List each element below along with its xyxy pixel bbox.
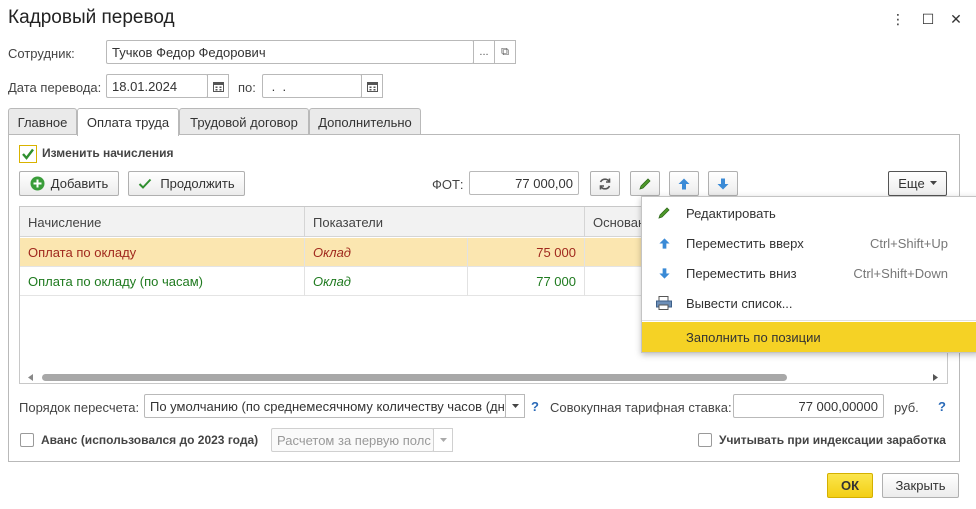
- horizontal-scrollbar[interactable]: [20, 371, 947, 383]
- ok-button[interactable]: ОК: [827, 473, 873, 498]
- recalc-help-icon[interactable]: ?: [531, 399, 539, 414]
- move-down-button[interactable]: [708, 171, 738, 196]
- close-window-icon[interactable]: ✕: [946, 9, 966, 29]
- pencil-icon: [656, 205, 672, 221]
- indexation-label: Учитывать при индексации заработка: [719, 433, 946, 447]
- fot-field[interactable]: 77 000,00: [469, 171, 579, 195]
- tab-salary[interactable]: Оплата труда: [77, 108, 179, 136]
- transfer-date-field[interactable]: 18.01.2024: [106, 74, 208, 98]
- date-to-field[interactable]: . .: [262, 74, 362, 98]
- move-up-button[interactable]: [669, 171, 699, 196]
- tariff-help-icon[interactable]: ?: [938, 399, 946, 414]
- advance-dropdown-icon[interactable]: [433, 428, 453, 452]
- menu-item-label: Переместить вниз: [686, 265, 797, 281]
- tariff-rate-unit: руб.: [894, 400, 919, 415]
- menu-item-label: Заполнить по позиции: [686, 329, 821, 345]
- menu-item-edit[interactable]: Редактировать: [642, 198, 976, 228]
- continue-button-label: Продолжить: [160, 176, 235, 191]
- tariff-rate-label: Совокупная тарифная ставка:: [550, 400, 732, 415]
- check-icon: [139, 178, 152, 189]
- tab-additional[interactable]: Дополнительно: [309, 108, 421, 135]
- calendar-to-icon[interactable]: [361, 74, 383, 98]
- tariff-rate-field[interactable]: 77 000,00000: [733, 394, 884, 418]
- scroll-right-icon[interactable]: [932, 374, 938, 381]
- change-accruals-label: Изменить начисления: [42, 146, 174, 160]
- checkmark-icon: [22, 148, 34, 160]
- employee-open-icon[interactable]: ⧉: [494, 40, 516, 64]
- arrow-up-icon: [678, 178, 690, 189]
- row-indicator: Оклад: [305, 267, 468, 296]
- tab-main[interactable]: Главное: [8, 108, 77, 135]
- employee-value: Тучков Федор Федорович: [112, 44, 266, 60]
- scrollbar-thumb[interactable]: [42, 374, 787, 381]
- transfer-date-label: Дата перевода:: [8, 80, 102, 95]
- transfer-date-value: 18.01.2024: [112, 78, 178, 94]
- menu-item-label: Вывести список...: [686, 295, 793, 311]
- more-menu: Редактировать Переместить вверх Ctrl+Shi…: [641, 196, 976, 353]
- advance-method-select[interactable]: Расчетом за первую полс: [271, 428, 434, 452]
- edit-button[interactable]: [630, 171, 660, 196]
- row-accrual-name: Оплата по окладу: [20, 238, 305, 267]
- refresh-button[interactable]: [590, 171, 620, 196]
- date-to-label: по:: [238, 80, 256, 95]
- advance-label: Аванс (использовался до 2023 года): [41, 433, 259, 447]
- arrow-down-icon: [717, 178, 729, 189]
- scroll-left-icon[interactable]: [28, 374, 34, 381]
- continue-button[interactable]: Продолжить: [128, 171, 245, 196]
- column-header-accrual[interactable]: Начисление: [20, 207, 305, 237]
- row-accrual-name: Оплата по окладу (по часам): [20, 267, 305, 296]
- print-list-icon: [656, 295, 672, 311]
- change-accruals-checkbox[interactable]: [19, 145, 37, 163]
- row-indicator: Оклад: [305, 238, 468, 267]
- menu-item-move-down[interactable]: Переместить вниз Ctrl+Shift+Down: [642, 258, 976, 288]
- window-title: Кадровый перевод: [8, 7, 175, 28]
- recalc-order-label: Порядок пересчета:: [19, 400, 140, 415]
- advance-checkbox[interactable]: [20, 433, 34, 447]
- indexation-checkbox[interactable]: [698, 433, 712, 447]
- more-button[interactable]: Еще: [888, 171, 947, 196]
- menu-item-print-list[interactable]: Вывести список...: [642, 288, 976, 318]
- employee-label: Сотрудник:: [8, 46, 75, 61]
- menu-item-shortcut: Ctrl+Shift+Down: [853, 265, 948, 281]
- fot-value: 77 000,00: [515, 175, 573, 191]
- tariff-rate-value: 77 000,00000: [798, 398, 878, 414]
- add-button-label: Добавить: [50, 176, 109, 191]
- recalc-order-dropdown-icon[interactable]: [505, 394, 525, 418]
- date-to-value: . .: [268, 78, 287, 94]
- fot-label: ФОТ:: [432, 177, 464, 192]
- close-button[interactable]: Закрыть: [882, 473, 959, 498]
- arrow-down-icon: [656, 265, 672, 281]
- more-actions-icon[interactable]: ⋮: [888, 9, 908, 29]
- maximize-icon[interactable]: ☐: [918, 9, 938, 29]
- refresh-icon: [599, 177, 611, 190]
- recalc-order-select[interactable]: По умолчанию (по среднемесячному количес…: [144, 394, 506, 418]
- row-indicator-value: 77 000: [468, 267, 585, 296]
- employee-field[interactable]: Тучков Федор Федорович: [106, 40, 474, 64]
- employee-select-button[interactable]: ...: [473, 40, 495, 64]
- dropdown-arrow-icon: [929, 181, 937, 185]
- pencil-icon: [639, 177, 651, 190]
- menu-item-label: Переместить вверх: [686, 235, 804, 251]
- menu-item-label: Редактировать: [686, 205, 776, 221]
- tab-labor-contract[interactable]: Трудовой договор: [179, 108, 309, 135]
- add-button[interactable]: Добавить: [19, 171, 119, 196]
- arrow-up-icon: [656, 235, 672, 251]
- menu-item-fill-by-position[interactable]: Заполнить по позиции: [642, 322, 976, 352]
- menu-item-shortcut: Ctrl+Shift+Up: [869, 235, 948, 251]
- column-header-indicators[interactable]: Показатели: [305, 207, 585, 237]
- row-indicator-value: 75 000: [468, 238, 585, 267]
- plus-icon: [30, 176, 45, 191]
- recalc-order-value: По умолчанию (по среднемесячному количес…: [150, 398, 505, 414]
- menu-divider: [642, 320, 976, 321]
- advance-method-value: Расчетом за первую полс: [277, 432, 431, 448]
- menu-item-move-up[interactable]: Переместить вверх Ctrl+Shift+Up: [642, 228, 976, 258]
- calendar-icon[interactable]: [207, 74, 229, 98]
- more-button-label: Еще: [898, 176, 925, 191]
